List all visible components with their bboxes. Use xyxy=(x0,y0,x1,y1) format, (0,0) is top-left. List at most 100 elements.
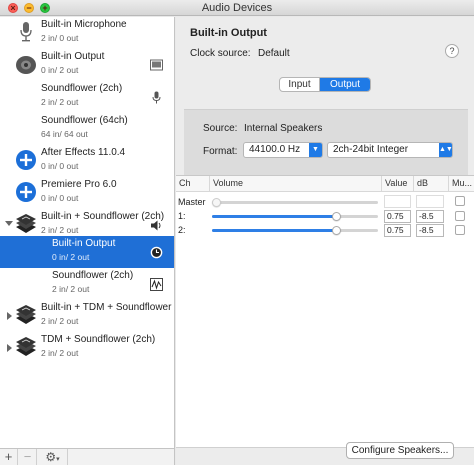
aggregate-device-icon xyxy=(16,337,36,356)
device-io: 0 in/ 0 out xyxy=(41,193,79,203)
disclosure-triangle-collapsed[interactable] xyxy=(7,312,12,320)
device-list[interactable]: Built-in Microphone 2 in/ 0 out Built-in… xyxy=(0,17,175,448)
device-item-built-in-output-sub[interactable]: Built-in Output 0 in/ 2 out xyxy=(0,236,174,268)
value-field-master[interactable] xyxy=(384,195,411,208)
device-name: Built-in Microphone xyxy=(41,19,127,30)
device-io: 64 in/ 64 out xyxy=(41,129,88,139)
tab-output[interactable]: Output xyxy=(320,78,370,91)
tab-input[interactable]: Input xyxy=(280,78,320,91)
waveform-icon xyxy=(150,278,163,291)
mute-checkbox-master[interactable] xyxy=(455,196,465,206)
clock-source-label: Clock source: xyxy=(190,48,251,59)
aggregate-device-icon xyxy=(16,305,36,324)
volume-fill xyxy=(212,229,336,232)
disclosure-triangle-expanded[interactable] xyxy=(5,221,13,226)
device-name: Soundflower (2ch) xyxy=(41,83,123,94)
volume-fill xyxy=(212,215,336,218)
volume-knob-1[interactable] xyxy=(332,212,341,221)
plus-circle-icon xyxy=(16,182,36,202)
clock-icon xyxy=(150,246,163,259)
device-name: After Effects 11.0.4 xyxy=(41,147,126,158)
volume-knob-2[interactable] xyxy=(332,226,341,235)
title-bar: × − + Audio Devices xyxy=(0,0,474,16)
source-label: Source: xyxy=(203,123,238,134)
column-header-volume[interactable]: Volume xyxy=(210,176,382,192)
bit-format-popup[interactable]: 2ch-24bit Integer ▲▼ xyxy=(327,142,453,158)
microphone-icon xyxy=(20,22,32,42)
gear-icon: ⚙ xyxy=(45,450,57,464)
device-io: 2 in/ 2 out xyxy=(41,225,79,235)
disclosure-triangle-collapsed[interactable] xyxy=(7,344,12,352)
db-field-2[interactable]: -8.5 xyxy=(416,224,444,237)
format-label: Format: xyxy=(203,146,238,157)
column-header-mute[interactable]: Mu... xyxy=(449,176,474,192)
device-detail-pane: Built-in Output ? Clock source: Default … xyxy=(176,17,474,465)
add-device-button[interactable]: + xyxy=(0,449,18,465)
device-item-built-in-tdm-soundflower[interactable]: Built-in + TDM + Soundflower ( 2 in/ 2 o… xyxy=(0,300,175,332)
chevron-down-icon: ▾ xyxy=(56,456,60,463)
device-name: Built-in Output xyxy=(41,51,105,62)
device-name: Soundflower (64ch) xyxy=(41,115,128,126)
device-name: Built-in Output xyxy=(52,238,116,249)
sample-rate-value: 44100.0 Hz xyxy=(249,144,301,155)
configure-speakers-button[interactable]: Configure Speakers... xyxy=(346,442,454,459)
value-field-2[interactable]: 0.75 xyxy=(384,224,411,237)
help-button[interactable]: ? xyxy=(445,44,459,58)
window-title: Audio Devices xyxy=(201,2,273,14)
mute-checkbox-1[interactable] xyxy=(455,211,465,221)
channel-label-master: Master xyxy=(178,197,206,207)
updown-chevron-icon: ▲▼ xyxy=(439,143,453,157)
device-io: 2 in/ 2 out xyxy=(41,97,79,107)
speaker-icon xyxy=(16,56,36,74)
device-io: 2 in/ 2 out xyxy=(41,348,79,358)
device-name: Premiere Pro 6.0 xyxy=(41,179,117,190)
sidebar-toolbar: + − ⚙▾ xyxy=(0,448,175,465)
device-io: 0 in/ 2 out xyxy=(41,65,79,75)
clock-source-value: Default xyxy=(258,48,290,59)
column-header-ch[interactable]: Ch xyxy=(176,176,210,192)
source-format-panel: Source: Internal Speakers Format: 44100.… xyxy=(184,109,468,181)
speaker-icon xyxy=(151,220,161,231)
device-item-soundflower-2ch[interactable]: Soundflower (2ch) 2 in/ 2 out xyxy=(0,81,174,113)
display-icon xyxy=(150,59,163,71)
device-item-built-in-microphone[interactable]: Built-in Microphone 2 in/ 0 out xyxy=(0,17,174,49)
mute-checkbox-2[interactable] xyxy=(455,225,465,235)
volume-slider-2[interactable] xyxy=(212,229,378,232)
volume-slider-master[interactable] xyxy=(212,201,378,204)
device-name: Soundflower (2ch) xyxy=(52,270,134,281)
device-title: Built-in Output xyxy=(190,27,267,39)
device-item-after-effects[interactable]: After Effects 11.0.4 0 in/ 0 out xyxy=(0,145,174,177)
column-header-db[interactable]: dB xyxy=(414,176,449,192)
device-name: TDM + Soundflower (2ch) xyxy=(41,334,156,345)
volume-table: Ch Volume Value dB Mu... Master 1: 0.75 … xyxy=(176,175,474,447)
volume-knob-master[interactable] xyxy=(212,198,221,207)
value-field-1[interactable]: 0.75 xyxy=(384,210,411,223)
sample-rate-popup[interactable]: 44100.0 Hz ▼ xyxy=(243,142,323,158)
device-io: 2 in/ 0 out xyxy=(41,33,79,43)
device-item-premiere-pro[interactable]: Premiere Pro 6.0 0 in/ 0 out xyxy=(0,177,174,209)
plus-circle-icon xyxy=(16,150,36,170)
remove-device-button[interactable]: − xyxy=(19,449,37,465)
device-io: 2 in/ 2 out xyxy=(52,284,90,294)
chevron-down-icon: ▼ xyxy=(309,143,322,157)
device-name: Built-in + TDM + Soundflower ( xyxy=(41,302,175,313)
device-item-tdm-soundflower[interactable]: TDM + Soundflower (2ch) 2 in/ 2 out xyxy=(0,332,174,364)
device-item-built-in-output[interactable]: Built-in Output 0 in/ 2 out xyxy=(0,49,174,81)
device-io: 2 in/ 2 out xyxy=(41,316,79,326)
microphone-icon xyxy=(152,91,161,104)
device-io: 0 in/ 2 out xyxy=(52,252,90,262)
channel-label-2: 2: xyxy=(178,225,186,235)
bit-format-value: 2ch-24bit Integer xyxy=(333,144,409,155)
db-field-1[interactable]: -8.5 xyxy=(416,210,444,223)
device-item-soundflower-64ch[interactable]: Soundflower (64ch) 64 in/ 64 out xyxy=(0,113,174,145)
settings-menu-button[interactable]: ⚙▾ xyxy=(38,449,68,465)
channel-label-1: 1: xyxy=(178,211,186,221)
volume-slider-1[interactable] xyxy=(212,215,378,218)
db-field-master[interactable] xyxy=(416,195,444,208)
device-name: Built-in + Soundflower (2ch) xyxy=(41,211,165,222)
source-value: Internal Speakers xyxy=(244,123,323,134)
device-item-soundflower-2ch-sub[interactable]: Soundflower (2ch) 2 in/ 2 out xyxy=(0,268,174,300)
column-header-value[interactable]: Value xyxy=(382,176,414,192)
input-output-tabs: Input Output xyxy=(279,77,371,92)
device-io: 0 in/ 0 out xyxy=(41,161,79,171)
